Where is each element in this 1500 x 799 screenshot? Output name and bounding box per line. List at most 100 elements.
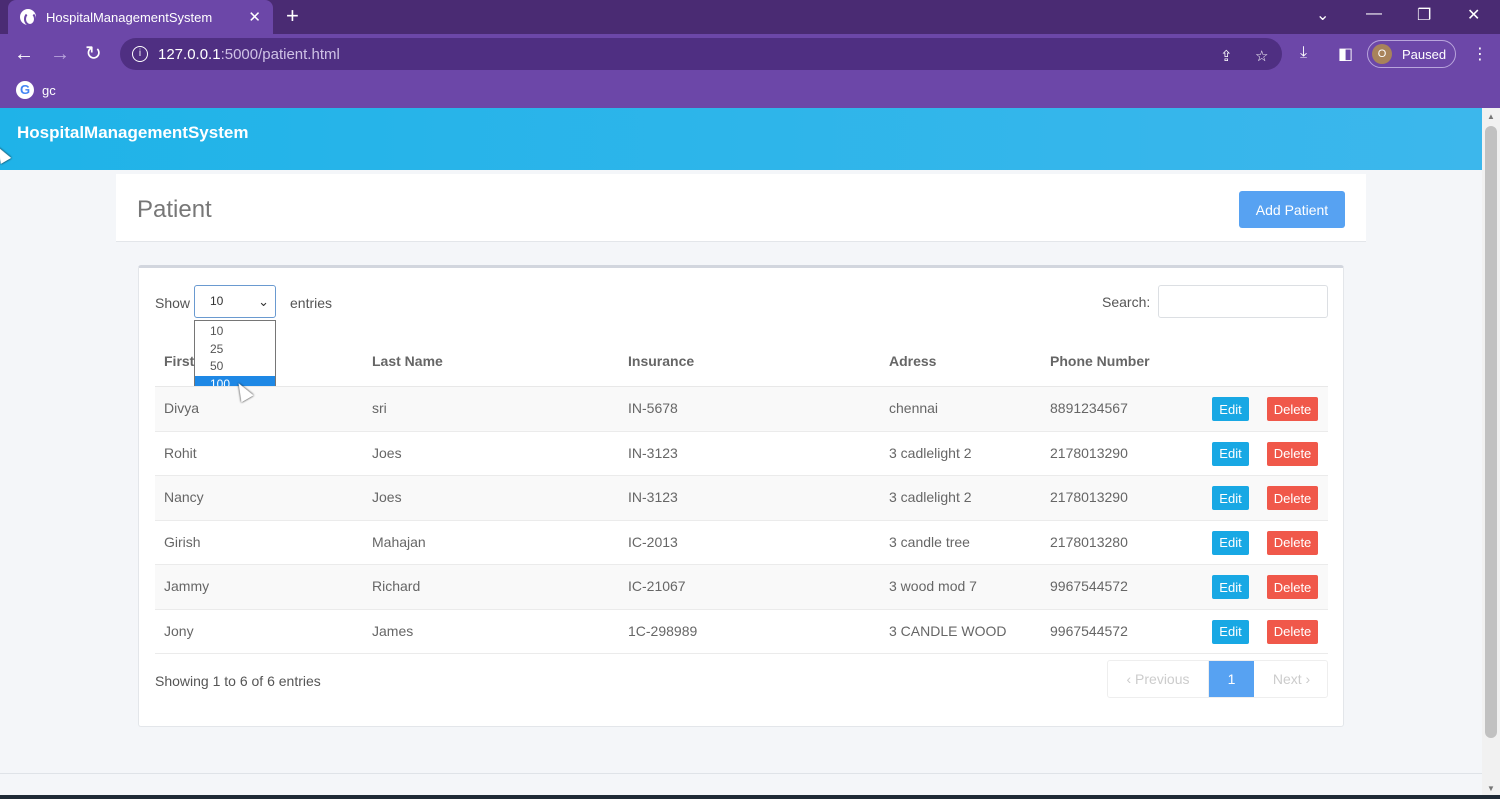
edit-button[interactable]: Edit — [1212, 619, 1249, 644]
side-panel-icon[interactable]: ◧ — [1338, 44, 1353, 64]
avatar: O — [1372, 44, 1392, 64]
cell-first-name: Girish — [164, 533, 201, 550]
scrollbar-thumb[interactable] — [1485, 126, 1497, 738]
cell-last-name: Joes — [372, 489, 402, 505]
column-header-last-name[interactable]: Last Name — [372, 353, 443, 369]
reload-icon[interactable]: ↻ — [85, 42, 102, 66]
site-info-icon[interactable]: i — [132, 46, 148, 62]
page-header: Patient Add Patient — [116, 174, 1366, 242]
os-taskbar — [0, 795, 1500, 799]
table-header: First Last Name Insurance Adress Phone N… — [155, 336, 1328, 387]
edit-button[interactable]: Edit — [1212, 575, 1249, 599]
cell-address: 3 candle tree — [889, 533, 970, 550]
tab-search-icon[interactable]: ⌄ — [1316, 5, 1329, 25]
cell-insurance: IC-21067 — [628, 578, 686, 594]
bookmark-star-icon[interactable]: ☆ — [1255, 47, 1268, 65]
cell-first-name: Divya — [164, 400, 200, 416]
table-row: Jony James 1C-298989 3 CANDLE WOOD 99675… — [155, 610, 1328, 654]
chevron-down-icon: ⌄ — [258, 294, 269, 309]
globe-icon — [20, 9, 36, 26]
profile-status: Paused — [1402, 46, 1447, 62]
browser-toolbar: ← → ↻ i 127.0.0.1:5000/patient.html ⇪ ☆ … — [0, 34, 1500, 74]
edit-button[interactable]: Edit — [1212, 486, 1249, 510]
table-row: Divya sri IN-5678 chennai 8891234567 Edi… — [155, 387, 1328, 432]
cell-address: 3 CANDLE WOOD — [889, 622, 1007, 639]
delete-button[interactable]: Delete — [1267, 486, 1318, 510]
cell-last-name: sri — [372, 400, 387, 416]
show-label: Show — [155, 295, 191, 311]
column-header-insurance[interactable]: Insurance — [628, 353, 694, 369]
edit-button[interactable]: Edit — [1212, 397, 1249, 421]
next-page-button[interactable]: Next › — [1254, 661, 1329, 697]
table-row: Rohit Joes IN-3123 3 cadlelight 2 217801… — [155, 432, 1328, 476]
address-bar[interactable]: i 127.0.0.1:5000/patient.html ⇪ ☆ — [120, 38, 1282, 70]
delete-button[interactable]: Delete — [1267, 441, 1318, 466]
close-tab-icon[interactable]: ✕ — [248, 8, 261, 26]
table-row: Girish Mahajan IC-2013 3 candle tree 217… — [155, 521, 1328, 565]
search-input[interactable] — [1158, 285, 1328, 318]
cell-phone: 9967544572 — [1050, 578, 1128, 594]
cell-insurance: IN-5678 — [628, 400, 678, 416]
cell-insurance: 1C-298989 — [628, 622, 698, 639]
bookmark-label: gc — [42, 82, 56, 98]
cell-phone: 2178013290 — [1050, 444, 1128, 461]
cell-first-name: Jony — [164, 622, 194, 639]
cell-first-name: Jammy — [164, 578, 210, 594]
cell-last-name: Mahajan — [372, 533, 426, 550]
download-icon[interactable]: ⤓ — [1300, 44, 1307, 62]
minimize-icon[interactable]: — — [1366, 5, 1382, 23]
column-header-phone[interactable]: Phone Number — [1050, 353, 1150, 369]
delete-button[interactable]: Delete — [1267, 397, 1318, 421]
cell-last-name: Richard — [372, 578, 421, 594]
cell-insurance: IN-3123 — [628, 489, 678, 505]
delete-button[interactable]: Delete — [1267, 619, 1318, 644]
browser-tab-bar: HospitalManagementSystem ✕ + ⌄ — ❐ ✕ — [0, 0, 1500, 34]
entries-length-select[interactable]: 10 ⌄ — [194, 285, 276, 318]
close-window-icon[interactable]: ✕ — [1467, 5, 1480, 25]
cell-phone: 2178013280 — [1050, 533, 1128, 550]
scroll-up-icon[interactable]: ▲ — [1487, 112, 1495, 121]
bookmark-gc[interactable]: G gc — [16, 81, 56, 99]
table-row: Jammy Richard IC-21067 3 wood mod 7 9967… — [155, 565, 1328, 610]
menu-kebab-icon[interactable]: ⋮ — [1472, 44, 1488, 64]
add-patient-button[interactable]: Add Patient — [1239, 191, 1345, 228]
column-header-address[interactable]: Adress — [889, 353, 936, 369]
cell-insurance: IC-2013 — [628, 533, 678, 550]
cell-address: 3 cadlelight 2 — [889, 444, 972, 461]
column-header-first-name[interactable]: First — [164, 353, 194, 369]
cell-phone: 8891234567 — [1050, 400, 1128, 416]
restore-icon[interactable]: ❐ — [1417, 5, 1431, 25]
back-icon[interactable]: ← — [14, 42, 34, 66]
previous-page-button[interactable]: ‹ Previous — [1108, 661, 1209, 697]
profile-button[interactable]: O Paused — [1367, 40, 1456, 68]
cell-address: 3 wood mod 7 — [889, 578, 977, 594]
tab-title: HospitalManagementSystem — [46, 9, 213, 25]
cell-address: 3 cadlelight 2 — [889, 489, 972, 505]
selected-length: 10 — [210, 294, 224, 308]
delete-button[interactable]: Delete — [1267, 530, 1318, 555]
google-icon: G — [16, 81, 34, 99]
edit-button[interactable]: Edit — [1212, 530, 1249, 555]
cell-address: chennai — [889, 400, 939, 416]
share-icon[interactable]: ⇪ — [1220, 47, 1233, 65]
delete-button[interactable]: Delete — [1267, 575, 1318, 599]
bookmarks-bar: G gc — [0, 74, 1500, 108]
table-row: Nancy Joes IN-3123 3 cadlelight 2 217801… — [155, 476, 1328, 521]
edit-button[interactable]: Edit — [1212, 441, 1249, 466]
page-title: Patient — [137, 196, 212, 223]
cell-phone: 9967544572 — [1050, 622, 1128, 639]
page-1-button[interactable]: 1 — [1209, 661, 1254, 697]
entries-label: entries — [290, 295, 333, 311]
app-brand[interactable]: HospitalManagementSystem — [17, 123, 248, 143]
cell-first-name: Rohit — [164, 444, 197, 461]
cell-phone: 2178013290 — [1050, 489, 1128, 505]
url-path: :5000/patient.html — [220, 45, 340, 63]
pagination: ‹ Previous 1 Next › — [1107, 660, 1328, 698]
forward-icon[interactable]: → — [50, 42, 70, 66]
table-info: Showing 1 to 6 of 6 entries — [155, 673, 321, 689]
browser-tab[interactable]: HospitalManagementSystem ✕ — [8, 0, 273, 34]
scroll-down-icon[interactable]: ▼ — [1487, 784, 1495, 793]
new-tab-button[interactable]: + — [286, 4, 299, 28]
page-scrollbar[interactable]: ▲ ▼ — [1482, 108, 1500, 799]
cell-insurance: IN-3123 — [628, 444, 678, 461]
